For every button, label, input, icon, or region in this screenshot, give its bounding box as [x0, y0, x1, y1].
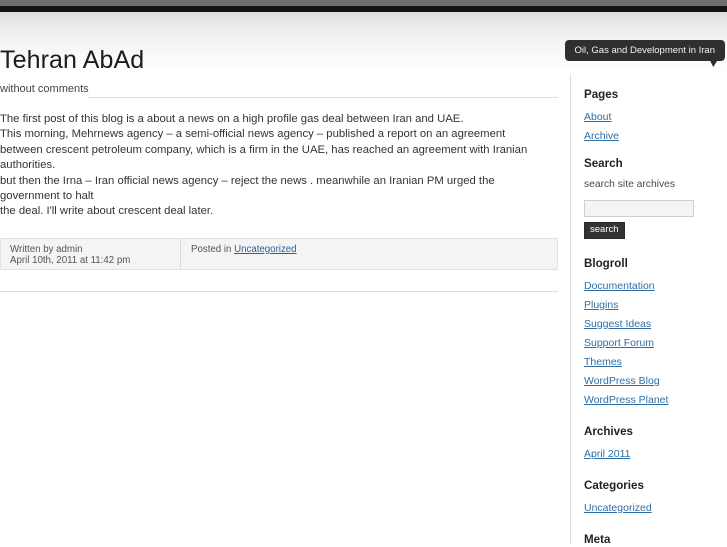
widget-blogroll-title: Blogroll: [584, 257, 628, 270]
post-body-line: The first post of this blog is a about a…: [0, 113, 464, 125]
sidebar-link-about[interactable]: About: [584, 111, 611, 123]
search-input[interactable]: [584, 200, 694, 217]
widget-pages-list: About Archive: [584, 109, 727, 143]
list-item: April 2011: [584, 446, 727, 461]
post-entry-content: The first post of this blog is a about a…: [0, 112, 561, 220]
post-body-line: This morning, Mehrnews agency – a semi-o…: [0, 128, 506, 141]
post-posted-in: Posted in Uncategorized: [191, 244, 557, 256]
post-comments-link[interactable]: without comments: [0, 83, 89, 95]
site-description-bubble: Oil, Gas and Development in Iran: [564, 40, 725, 61]
widget-categories-list: Uncategorized: [584, 500, 727, 515]
list-item: Documentation: [584, 278, 727, 293]
list-item: About: [584, 109, 727, 124]
list-item: WordPress Blog: [584, 373, 727, 388]
widget-archives-title: Archives: [584, 425, 633, 438]
search-description: search site archives: [584, 179, 675, 190]
widget-categories-title: Categories: [584, 479, 644, 492]
widget-search: Search search site archives search: [584, 157, 727, 239]
sidebar-link-archive[interactable]: Archive: [584, 130, 619, 142]
widget-pages: Pages About Archive: [584, 88, 727, 143]
list-item: Plugins: [584, 297, 727, 312]
post-meta-category-block: Posted in Uncategorized: [181, 239, 557, 269]
list-item: Themes: [584, 354, 727, 369]
post-comments-row: without comments: [0, 79, 561, 103]
post-meta-author-block: Written by admin April 10th, 2011 at 11:…: [1, 238, 181, 269]
widget-blogroll: Blogroll Documentation Plugins Suggest I…: [584, 257, 727, 407]
sidebar-link-plugins[interactable]: Plugins: [584, 299, 618, 311]
post-bottom-rule: [0, 290, 558, 292]
sidebar-link-wordpress-blog[interactable]: WordPress Blog: [584, 375, 660, 387]
post-meta-box: Written by admin April 10th, 2011 at 11:…: [0, 237, 558, 270]
post-author: Written by admin: [10, 243, 83, 255]
list-item: Suggest Ideas: [584, 316, 727, 331]
post-category-link[interactable]: Uncategorized: [234, 244, 296, 255]
sidebar-link-themes[interactable]: Themes: [584, 356, 622, 368]
sidebar-link-april-2011[interactable]: April 2011: [584, 448, 631, 460]
list-item: WordPress Planet: [584, 392, 727, 407]
list-item: Uncategorized: [584, 500, 727, 515]
post-date: April 10th, 2011 at 11:42 pm: [10, 255, 131, 267]
posted-in-label: Posted in: [191, 243, 235, 255]
search-button[interactable]: search: [584, 222, 625, 239]
list-item: Archive: [584, 128, 727, 143]
widget-pages-title: Pages: [584, 88, 619, 101]
widget-categories: Categories Uncategorized: [584, 479, 727, 515]
widget-search-title: Search: [584, 157, 623, 170]
sidebar-link-suggest-ideas[interactable]: Suggest Ideas: [584, 318, 651, 330]
main-container: without comments The first post of this …: [0, 74, 727, 546]
post-body-line: the deal. I'll write about crescent deal…: [0, 205, 214, 218]
sidebar-link-documentation[interactable]: Documentation: [584, 280, 655, 292]
content-column: without comments The first post of this …: [0, 74, 561, 292]
list-item: Support Forum: [584, 335, 727, 350]
site-header: Tehran AbAd Oil, Gas and Development in …: [0, 12, 727, 74]
site-title[interactable]: Tehran AbAd: [0, 45, 144, 75]
widget-archives-list: April 2011: [584, 446, 727, 461]
sidebar-link-uncategorized[interactable]: Uncategorized: [584, 502, 652, 514]
post-body-line: but then the Irna – Iran official news a…: [0, 174, 495, 203]
sidebar: Pages About Archive Search search site a…: [570, 74, 727, 546]
sidebar-link-support-forum[interactable]: Support Forum: [584, 337, 654, 349]
post-title-rule: [88, 97, 558, 98]
widget-blogroll-list: Documentation Plugins Suggest Ideas Supp…: [584, 278, 727, 407]
post-body-line: between crescent petroleum company, whic…: [0, 143, 528, 172]
widget-archives: Archives April 2011: [584, 425, 727, 461]
sidebar-link-wordpress-planet[interactable]: WordPress Planet: [584, 394, 668, 406]
